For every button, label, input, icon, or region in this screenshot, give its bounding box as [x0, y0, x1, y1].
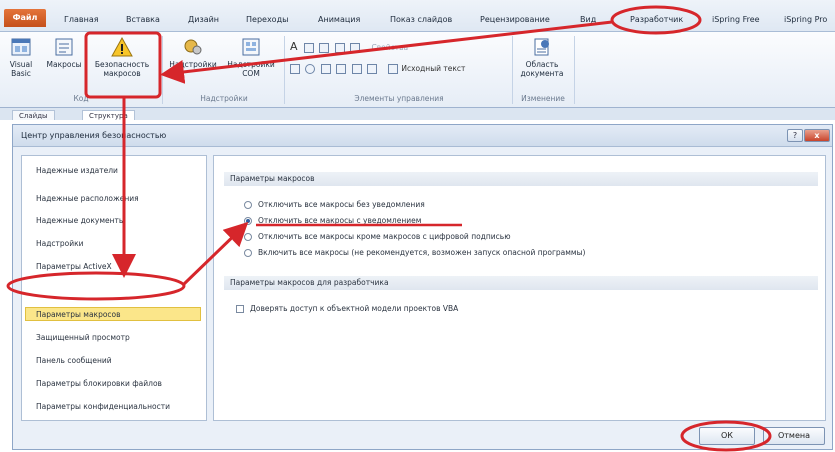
option-label: Включить все макросы (не рекомендуется, …: [258, 248, 586, 257]
tab-review[interactable]: Рецензирование: [480, 12, 550, 28]
developer-macro-settings-header: Параметры макросов для разработчика: [224, 276, 818, 290]
frame-control-icon[interactable]: [336, 64, 347, 74]
vba-access-label: Доверять доступ к объектной модели проек…: [250, 304, 459, 313]
vba-access-option[interactable]: Доверять доступ к объектной модели проек…: [236, 304, 458, 313]
radio-enable-all[interactable]: [244, 249, 252, 257]
macros-button[interactable]: Макросы: [44, 36, 84, 69]
document-panel-label: Область документа: [520, 60, 564, 78]
view-code-button[interactable]: Исходный текст: [388, 64, 466, 74]
help-button[interactable]: ?: [787, 129, 803, 142]
group-separator: [284, 36, 285, 104]
button-control-icon[interactable]: [319, 43, 330, 53]
nav-item-trusted-documents[interactable]: Надежные документы: [36, 216, 125, 225]
tab-transitions[interactable]: Переходы: [246, 12, 288, 28]
macros-label: Макросы: [46, 60, 82, 69]
ok-button[interactable]: ОК: [699, 427, 755, 445]
visual-basic-icon: [11, 38, 31, 56]
warning-icon: [111, 36, 133, 57]
nav-item-addins[interactable]: Надстройки: [36, 239, 84, 248]
nav-item-macro-settings[interactable]: Параметры макросов: [36, 310, 121, 319]
combo-control-icon[interactable]: [350, 43, 361, 53]
close-button[interactable]: x: [804, 129, 830, 142]
tab-ispring-pro[interactable]: iSpring Pro: [784, 12, 827, 28]
addins-label: Надстройки: [169, 60, 217, 69]
image-control-icon[interactable]: [334, 43, 345, 53]
label-control-icon[interactable]: A: [290, 40, 298, 53]
tab-insert[interactable]: Вставка: [126, 12, 160, 28]
visual-basic-button[interactable]: Visual Basic: [2, 36, 40, 78]
trust-center-nav: Надежные издатели Надежные расположения …: [21, 155, 207, 421]
radio-disable-without-notification[interactable]: [244, 201, 252, 209]
tab-ispring-free[interactable]: iSpring Free: [712, 12, 760, 28]
ribbon-developer-panel: Visual Basic Макросы Безопасность макрос…: [0, 32, 835, 108]
option-disable-except-signed[interactable]: Отключить все макросы кроме макросов с ц…: [244, 232, 511, 241]
tab-slideshow[interactable]: Показ слайдов: [390, 12, 452, 28]
option-label: Отключить все макросы с уведомлением: [258, 216, 422, 225]
macro-security-button[interactable]: Безопасность макросов: [88, 36, 156, 78]
view-code-icon: [388, 64, 399, 74]
tab-home[interactable]: Главная: [64, 12, 99, 28]
group-separator: [162, 36, 163, 104]
more-controls-icon[interactable]: [366, 64, 377, 74]
macro-settings-panel: Параметры макросов Отключить все макросы…: [213, 155, 826, 421]
group-separator: [574, 36, 575, 104]
nav-item-trusted-publishers[interactable]: Надежные издатели: [36, 166, 118, 175]
tab-design[interactable]: Дизайн: [188, 12, 219, 28]
radio-disable-except-signed[interactable]: [244, 233, 252, 241]
document-panel-button[interactable]: Область документа: [516, 36, 568, 78]
tab-slides[interactable]: Слайды: [12, 110, 55, 120]
group-controls-label: Элементы управления: [354, 94, 444, 103]
tab-outline[interactable]: Структура: [82, 110, 135, 120]
controls-row-1: A Свойства: [290, 40, 408, 53]
option-enable-all[interactable]: Включить все макросы (не рекомендуется, …: [244, 248, 585, 257]
option-disable-without-notification[interactable]: Отключить все макросы без уведомления: [244, 200, 425, 209]
nav-item-trusted-locations[interactable]: Надежные расположения: [36, 194, 139, 203]
vba-access-checkbox[interactable]: [236, 305, 244, 313]
tab-view[interactable]: Вид: [580, 12, 596, 28]
group-modify-label: Изменение: [521, 94, 565, 103]
view-code-label: Исходный текст: [401, 64, 466, 73]
addins-button[interactable]: Надстройки: [166, 36, 220, 69]
com-addins-icon: [242, 38, 260, 56]
radio-control-icon[interactable]: [305, 64, 316, 74]
nav-item-message-bar[interactable]: Панель сообщений: [36, 356, 112, 365]
nav-item-privacy[interactable]: Параметры конфиденциальности: [36, 402, 170, 411]
com-addins-button[interactable]: Надстройки COM: [222, 36, 280, 78]
listbox-control-icon[interactable]: [320, 64, 331, 74]
radio-disable-with-notification[interactable]: [244, 217, 252, 225]
tab-file[interactable]: Файл: [4, 9, 46, 27]
dialog-title: Центр управления безопасностью: [21, 131, 167, 140]
addins-icon: [184, 39, 202, 55]
tab-animation[interactable]: Анимация: [318, 12, 360, 28]
macros-icon: [55, 38, 73, 56]
cancel-button[interactable]: Отмена: [763, 427, 825, 445]
properties-button[interactable]: Свойства: [371, 43, 408, 52]
controls-row-2: Исходный текст: [290, 64, 465, 74]
checkbox-control-icon[interactable]: [290, 64, 300, 74]
macro-security-label: Безопасность макросов: [94, 60, 150, 78]
macro-settings-header: Параметры макросов: [224, 172, 818, 186]
ribbon-tab-bar: Файл Главная Вставка Дизайн Переходы Ани…: [0, 0, 835, 32]
option-disable-with-notification[interactable]: Отключить все макросы с уведомлением: [244, 216, 421, 225]
tab-developer[interactable]: Разработчик: [630, 12, 683, 28]
dialog-titlebar: Центр управления безопасностью ? x: [13, 125, 832, 147]
nav-item-protected-view[interactable]: Защищенный просмотр: [36, 333, 130, 342]
option-label: Отключить все макросы без уведомления: [258, 200, 425, 209]
textbox-control-icon[interactable]: [303, 43, 314, 53]
visual-basic-label: Visual Basic: [9, 60, 33, 78]
com-addins-label: Надстройки COM: [227, 60, 275, 78]
group-addins-label: Надстройки: [200, 94, 248, 103]
nav-item-activex[interactable]: Параметры ActiveX: [36, 262, 112, 271]
toggle-control-icon[interactable]: [351, 64, 362, 74]
group-code-label: Код: [73, 94, 89, 103]
document-panel-icon: [534, 38, 549, 56]
trust-center-dialog: Центр управления безопасностью ? x Надеж…: [12, 124, 833, 450]
group-separator: [512, 36, 513, 104]
nav-item-file-block[interactable]: Параметры блокировки файлов: [36, 379, 162, 388]
option-label: Отключить все макросы кроме макросов с ц…: [258, 232, 511, 241]
